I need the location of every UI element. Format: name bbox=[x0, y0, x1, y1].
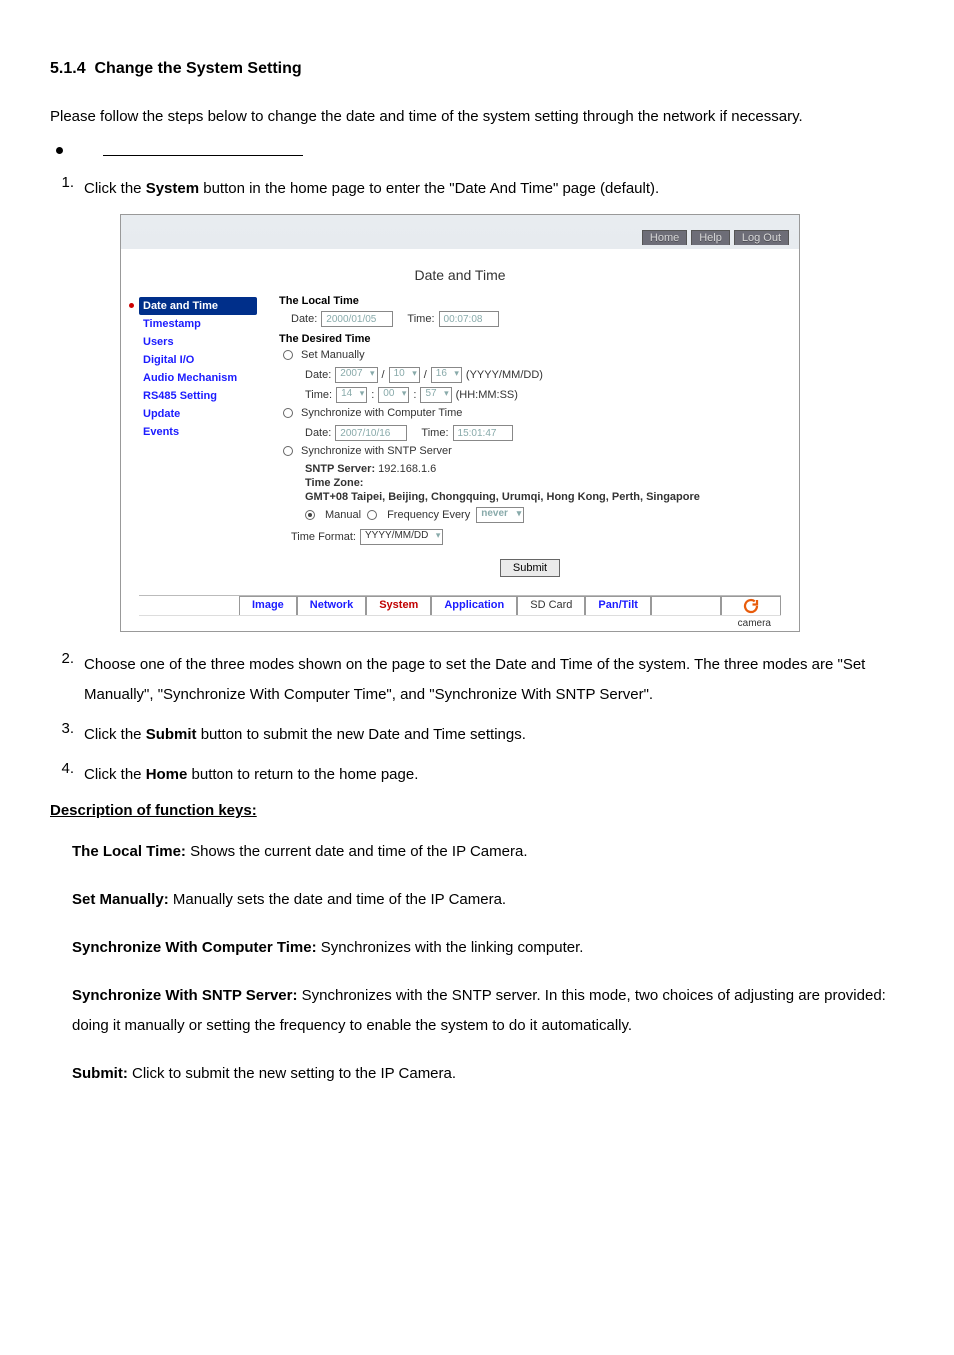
computer-date-value: 2007/10/16 bbox=[335, 425, 407, 441]
help-button[interactable]: Help bbox=[691, 230, 730, 245]
tab-network[interactable]: Network bbox=[297, 596, 366, 615]
nav-audio-mechanism[interactable]: Audio Mechanism bbox=[139, 369, 257, 387]
nav-rs485-setting[interactable]: RS485 Setting bbox=[139, 387, 257, 405]
manual-time-hint: (HH:MM:SS) bbox=[456, 389, 518, 401]
desc-sync-sntp: Synchronize With SNTP Server: Synchroniz… bbox=[72, 981, 904, 1041]
manual-year-select[interactable]: 2007 bbox=[335, 367, 377, 383]
tab-pan-tilt[interactable]: Pan/Tilt bbox=[585, 596, 651, 615]
desc-submit: Submit: Click to submit the new setting … bbox=[72, 1059, 904, 1089]
computer-date-label: Date: bbox=[305, 427, 331, 439]
radio-sync-sntp[interactable] bbox=[283, 446, 293, 456]
section-intro: Please follow the steps below to change … bbox=[50, 102, 904, 132]
radio-sntp-manual[interactable] bbox=[305, 510, 315, 520]
manual-date-label: Date: bbox=[305, 369, 331, 381]
reload-icon[interactable] bbox=[721, 596, 781, 615]
sntp-frequency-select[interactable]: never bbox=[476, 507, 524, 523]
radio-set-manually[interactable] bbox=[283, 350, 293, 360]
function-keys-heading: Description of function keys: bbox=[50, 802, 904, 819]
manual-hour-select[interactable]: 14 bbox=[336, 387, 367, 403]
local-date-value: 2000/01/05 bbox=[321, 311, 393, 327]
sntp-frequency-label: Frequency Every bbox=[387, 509, 470, 521]
sntp-manual-label: Manual bbox=[325, 509, 361, 521]
time-format-label: Time Format: bbox=[291, 531, 356, 543]
home-button[interactable]: Home bbox=[642, 230, 687, 245]
tab-application[interactable]: Application bbox=[431, 596, 517, 615]
desc-sync-computer: Synchronize With Computer Time: Synchron… bbox=[72, 933, 904, 963]
tab-image[interactable]: Image bbox=[239, 596, 297, 615]
logout-button[interactable]: Log Out bbox=[734, 230, 789, 245]
timezone-label: Time Zone: bbox=[305, 477, 781, 489]
time-format-select[interactable]: YYYY/MM/DD bbox=[360, 529, 443, 545]
manual-time-label: Time: bbox=[305, 389, 332, 401]
manual-month-select[interactable]: 10 bbox=[389, 367, 420, 383]
bullet-underline bbox=[56, 144, 904, 156]
desc-set-manually: Set Manually: Manually sets the date and… bbox=[72, 885, 904, 915]
local-time-label: Time: bbox=[407, 313, 434, 325]
nav-update[interactable]: Update bbox=[139, 405, 257, 423]
local-date-label: Date: bbox=[291, 313, 317, 325]
bullet-icon bbox=[56, 147, 63, 154]
computer-time-value: 15:01:47 bbox=[453, 425, 513, 441]
radio-sntp-frequency[interactable] bbox=[367, 510, 377, 520]
sntp-server-row: SNTP Server: 192.168.1.6 bbox=[305, 463, 781, 475]
page-title: Date and Time bbox=[139, 267, 781, 283]
submit-button[interactable]: Submit bbox=[500, 559, 560, 577]
embedded-screenshot: Home Help Log Out Date and Time Date and… bbox=[120, 214, 800, 632]
desired-time-heading: The Desired Time bbox=[279, 333, 781, 345]
step-3: 3.Click the Submit button to submit the … bbox=[50, 720, 904, 750]
nav-timestamp[interactable]: Timestamp bbox=[139, 315, 257, 333]
manual-second-select[interactable]: 57 bbox=[420, 387, 451, 403]
footer-camera-label: camera bbox=[139, 615, 781, 631]
radio-sync-computer[interactable] bbox=[283, 408, 293, 418]
computer-time-label: Time: bbox=[421, 427, 448, 439]
local-time-value: 00:07:08 bbox=[439, 311, 499, 327]
nav-events[interactable]: Events bbox=[139, 423, 257, 441]
manual-minute-select[interactable]: 00 bbox=[378, 387, 409, 403]
step-2: 2.Choose one of the three modes shown on… bbox=[50, 650, 904, 710]
set-manually-label: Set Manually bbox=[301, 349, 365, 361]
sync-computer-label: Synchronize with Computer Time bbox=[301, 407, 462, 419]
desc-local-time: The Local Time: Shows the current date a… bbox=[72, 837, 904, 867]
step-4: 4.Click the Home button to return to the… bbox=[50, 760, 904, 790]
nav-date-and-time[interactable]: Date and Time bbox=[139, 297, 257, 315]
manual-day-select[interactable]: 16 bbox=[431, 367, 462, 383]
sync-sntp-label: Synchronize with SNTP Server bbox=[301, 445, 452, 457]
nav-users[interactable]: Users bbox=[139, 333, 257, 351]
timezone-value: GMT+08 Taipei, Beijing, Chongquing, Urum… bbox=[305, 491, 781, 503]
manual-date-hint: (YYYY/MM/DD) bbox=[466, 369, 543, 381]
section-heading: 5.1.4 Change the System Setting bbox=[50, 60, 904, 78]
step-1: 1. Click the System button in the home p… bbox=[50, 174, 904, 204]
nav-digital-io[interactable]: Digital I/O bbox=[139, 351, 257, 369]
local-time-heading: The Local Time bbox=[279, 295, 781, 307]
tab-system[interactable]: System bbox=[366, 596, 431, 615]
tab-sd-card[interactable]: SD Card bbox=[517, 596, 585, 615]
